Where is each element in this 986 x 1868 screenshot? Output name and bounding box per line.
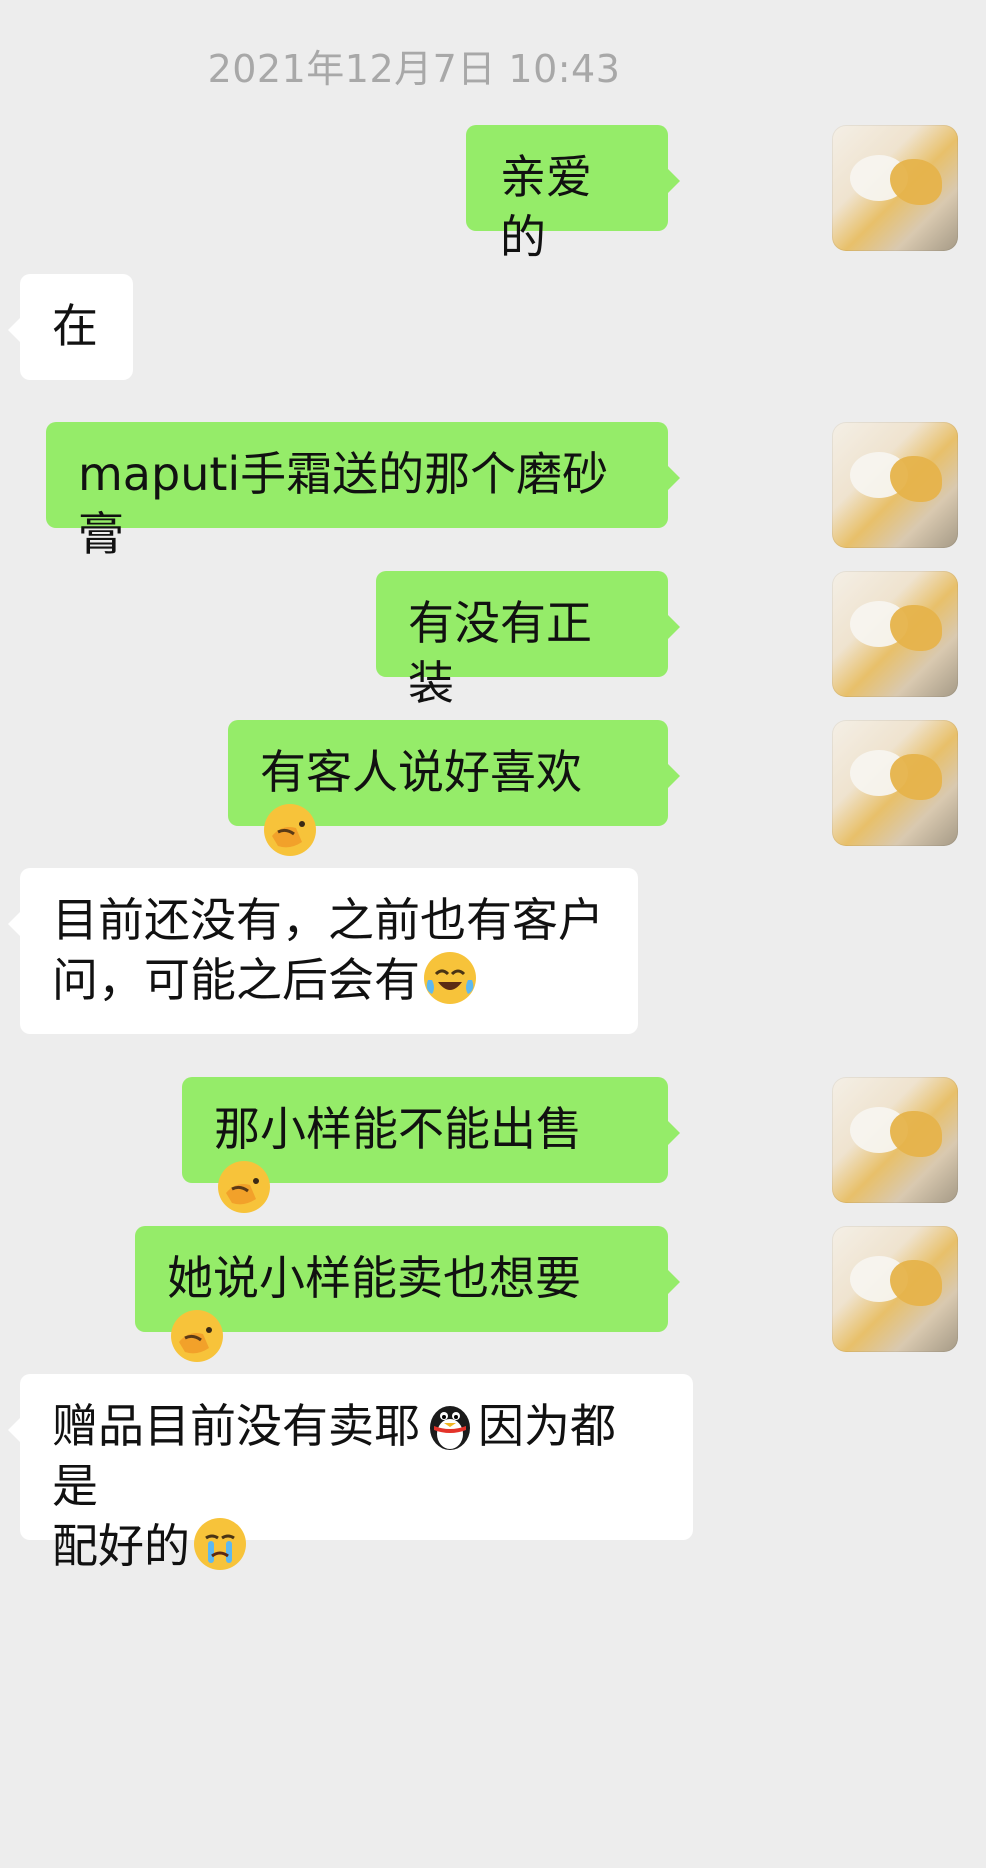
message-text-line-1: 赠品目前没有卖耶 因为都是 [52, 1396, 661, 1516]
message-bubble-outgoing[interactable]: 她说小样能卖也想要 [135, 1226, 680, 1362]
message-text-line-2: 问，可能之后会有 [52, 950, 606, 1010]
message-text: maputi手霜送的那个磨砂膏 [78, 447, 609, 561]
message-bubble-incoming[interactable]: 在 [8, 274, 133, 380]
message-bubble-outgoing[interactable]: 有客人说好喜欢 [228, 720, 680, 856]
penguin-emoji-icon [430, 1406, 470, 1450]
chat-timestamp: 2021年12月7日 10:43 [207, 47, 621, 91]
crying-emoji-icon [194, 1518, 246, 1570]
message-bubble-incoming[interactable]: 目前还没有，之前也有客户 问，可能之后会有 [8, 868, 638, 1034]
user-avatar[interactable] [832, 720, 958, 846]
message-text: 她说小样能卖也想要 [167, 1251, 581, 1305]
message-bubble-outgoing[interactable]: 那小样能不能出售 [182, 1077, 680, 1213]
user-avatar[interactable] [832, 125, 958, 251]
message-text: 亲爱的 [500, 150, 592, 264]
message-bubble-outgoing[interactable]: 亲爱的 [466, 125, 680, 264]
message-bubble-outgoing[interactable]: maputi手霜送的那个磨砂膏 [46, 422, 680, 561]
user-avatar[interactable] [832, 422, 958, 548]
message-text-line-1: 目前还没有，之前也有客户 [52, 893, 604, 947]
user-avatar[interactable] [832, 571, 958, 697]
user-avatar[interactable] [832, 1226, 958, 1352]
facepalm-emoji-icon [264, 804, 316, 856]
message-bubble-incoming[interactable]: 赠品目前没有卖耶 因为都是 配好的 [8, 1374, 693, 1573]
facepalm-emoji-icon [218, 1161, 270, 1213]
user-avatar[interactable] [832, 1077, 958, 1203]
message-text-line-2: 配好的 [52, 1516, 661, 1576]
message-text: 有客人说好喜欢 [260, 745, 582, 799]
message-bubble-outgoing[interactable]: 有没有正装 [376, 571, 680, 710]
message-text: 在 [52, 299, 98, 353]
message-text: 那小样能不能出售 [214, 1102, 582, 1156]
tears-of-joy-emoji-icon [424, 952, 476, 1004]
facepalm-emoji-icon [171, 1310, 223, 1362]
message-text: 有没有正装 [408, 596, 592, 710]
